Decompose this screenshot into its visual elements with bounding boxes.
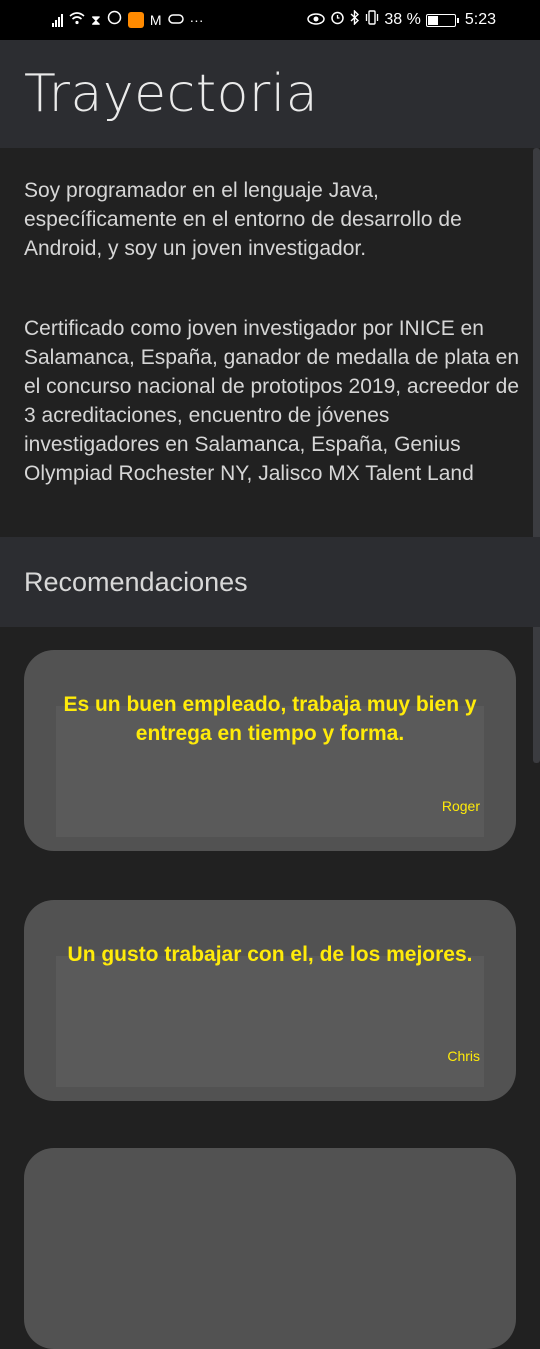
recommendation-card-partial[interactable] bbox=[24, 1148, 516, 1349]
scrollbar[interactable] bbox=[533, 148, 540, 763]
gmail-icon: M bbox=[149, 12, 162, 28]
recommendation-card[interactable]: Es un buen empleado, trabaja muy bien y … bbox=[24, 650, 516, 851]
credentials-paragraph: Certificado como joven investigador por … bbox=[24, 317, 520, 485]
card-inner-panel bbox=[56, 956, 484, 1087]
more-icon: ··· bbox=[189, 12, 204, 28]
whatsapp-icon bbox=[107, 10, 122, 30]
status-time: 5:23 bbox=[464, 11, 496, 28]
vibrate-icon bbox=[365, 10, 379, 30]
signal-icon bbox=[52, 13, 63, 27]
recommendations-title: Recomendaciones bbox=[24, 567, 248, 597]
recommendation-text: Un gusto trabajar con el, de los mejores… bbox=[67, 943, 473, 966]
status-right-icons: 38 % 5:23 bbox=[307, 9, 496, 30]
game-controller-icon bbox=[167, 10, 184, 30]
recommendations-header: Recomendaciones bbox=[0, 537, 540, 627]
recommendation-author: Roger bbox=[441, 798, 480, 814]
alarm-icon bbox=[330, 10, 345, 30]
app-bar: Trayectoria bbox=[0, 40, 540, 148]
status-left-icons: ⧗ M ··· bbox=[52, 10, 204, 30]
battery-fill bbox=[427, 15, 438, 25]
app-badge-icon bbox=[127, 12, 144, 28]
recommendation-author: Chris bbox=[447, 1048, 480, 1064]
eye-icon bbox=[307, 10, 326, 30]
battery-icon bbox=[425, 13, 459, 27]
page-title: Trayectoria bbox=[24, 64, 319, 124]
bluetooth-icon bbox=[350, 9, 360, 30]
recommendation-card[interactable]: Un gusto trabajar con el, de los mejores… bbox=[24, 900, 516, 1101]
recommendation-text: Es un buen empleado, trabaja muy bien y … bbox=[63, 693, 477, 745]
battery-percent: 38 % bbox=[384, 11, 421, 28]
intro-paragraph: Soy programador en el lenguaje Java, esp… bbox=[24, 179, 462, 260]
hourglass-icon: ⧗ bbox=[91, 12, 101, 28]
status-bar: ⧗ M ··· 38 % 5:23 bbox=[0, 0, 540, 40]
wifi-icon bbox=[69, 10, 85, 30]
